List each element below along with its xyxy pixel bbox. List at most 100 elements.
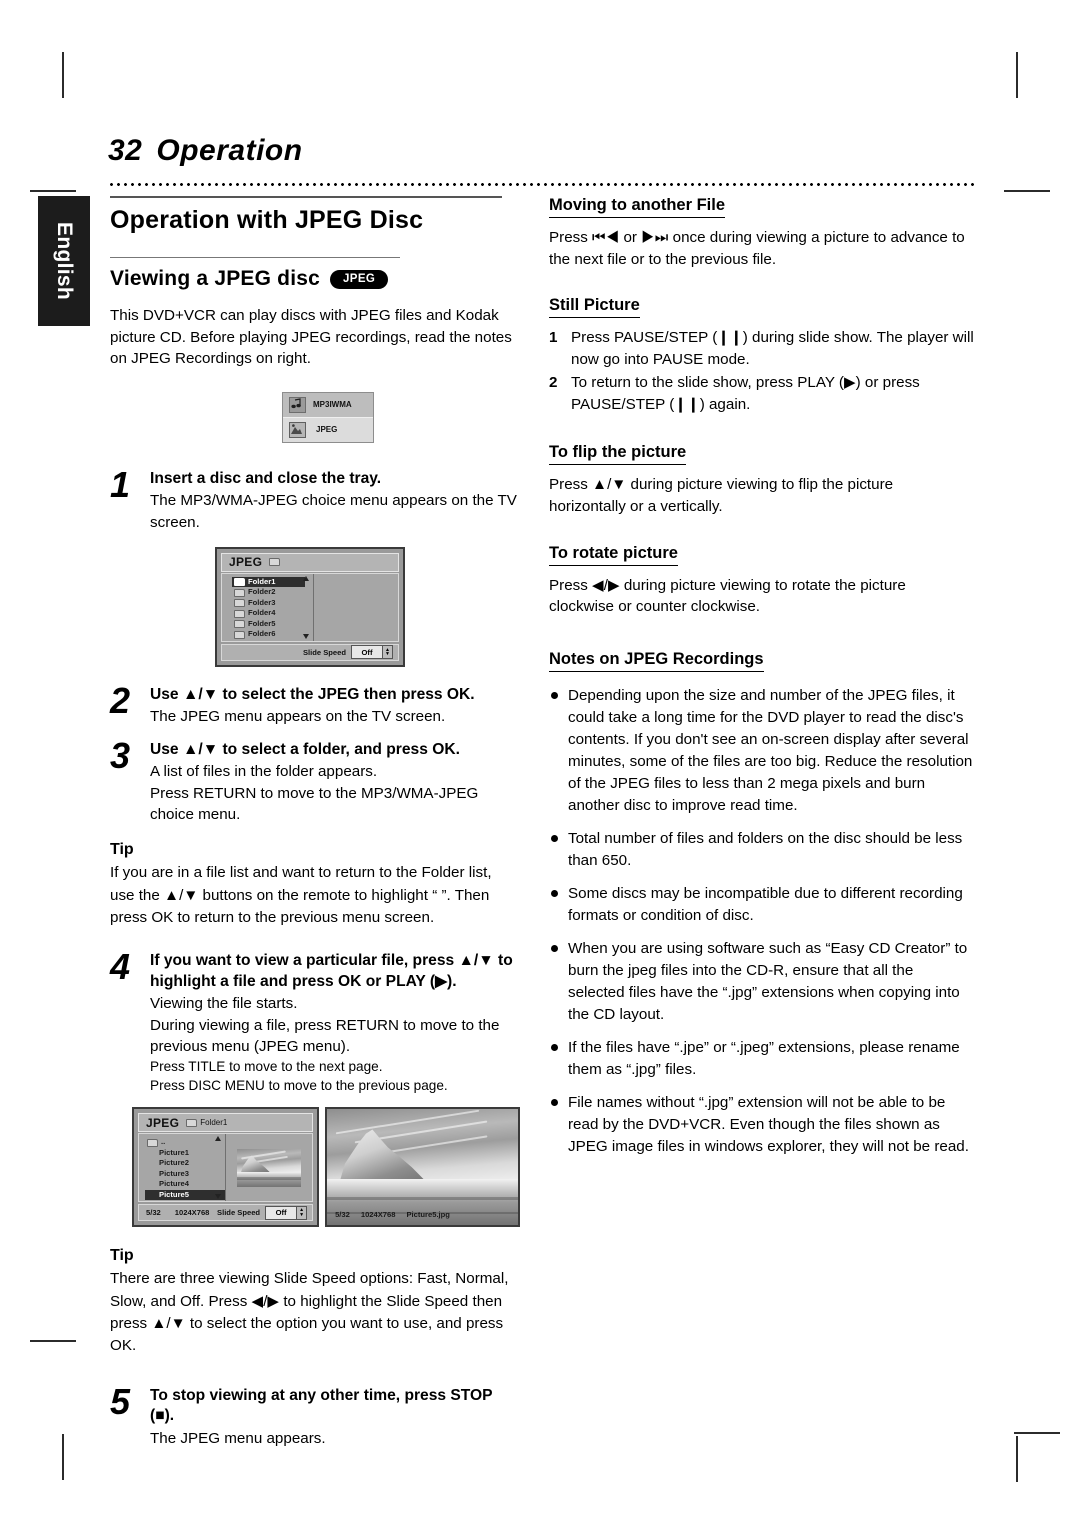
slide-speed-stepper[interactable]: Off ▲ ▼ [265, 1205, 308, 1220]
scroll-down-arrow-icon[interactable] [214, 1194, 221, 1200]
folder-icon [186, 1118, 198, 1127]
osd-folder-body: Folder1 Folder2 Folder3 Folder4 Folder5 … [221, 572, 399, 642]
folder-up-icon [147, 1138, 158, 1147]
item-text: To return to the slide show, press PLAY … [571, 374, 920, 413]
list-item-label: Folder6 [248, 629, 276, 639]
heading-to-rotate-picture: To rotate picture [549, 544, 678, 566]
list-item[interactable]: Folder6 [232, 629, 313, 640]
step-2: 2 Use ▲/▼ to select the JPEG then press … [110, 682, 520, 728]
folder-icon [234, 620, 245, 629]
list-item-label: Folder1 [248, 576, 276, 586]
osd-file-breadcrumb-label: Folder1 [200, 1118, 228, 1128]
note-bullet: If the files have “.jpe” or “.jpeg” exte… [549, 1037, 974, 1081]
scroll-down-arrow-icon[interactable] [302, 633, 309, 639]
list-item[interactable]: Picture2 [145, 1158, 225, 1169]
tip-text: If you are in a file list and want to re… [110, 864, 492, 926]
list-item-label: Picture4 [159, 1179, 189, 1189]
choice-menu-row-mp3: MP3IWMA [283, 392, 373, 418]
intro-paragraph: This DVD+VCR can play discs with JPEG fi… [110, 307, 512, 368]
choice-menu-figure: MP3IWMA JPEG [282, 391, 374, 443]
file-resolution: 1024X768 [174, 1208, 210, 1218]
item-number: 2 [549, 374, 558, 392]
heading-viewing-jpeg-disc-label: Viewing a JPEG disc [110, 267, 320, 290]
stepper-arrows-icon[interactable]: ▲ ▼ [296, 1206, 307, 1219]
page-number: 32 [108, 134, 143, 167]
list-item[interactable]: Folder5 [232, 619, 313, 630]
folder-icon [234, 588, 245, 597]
osd-folder-titlebar: JPEG [221, 552, 399, 572]
step-1: 1 Insert a disc and close the tray. The … [110, 463, 520, 533]
list-item-label: Folder4 [248, 608, 276, 618]
crop-mark-top-right [1016, 52, 1018, 98]
list-item[interactable]: Folder3 [232, 598, 313, 609]
list-item[interactable]: Picture4 [145, 1179, 225, 1190]
list-item[interactable]: Folder2 [232, 587, 313, 598]
step-4-sub: Viewing the file starts. [150, 995, 298, 1013]
osd-file-preview-pane [225, 1134, 313, 1202]
step-3-sub: A list of files in the folder appears. [150, 763, 378, 781]
still-picture-list: 1 Press PAUSE/STEP (❙❙) during slide sho… [549, 327, 974, 415]
slide-speed-stepper[interactable]: Off ▲ ▼ [351, 645, 393, 660]
stepper-arrows-icon[interactable]: ▲ ▼ [382, 646, 392, 659]
language-tab: English [38, 196, 90, 326]
list-item[interactable]: Folder7 [232, 640, 313, 641]
crop-mark-right-bottom [1014, 1432, 1060, 1434]
osd-folder-title: JPEG [229, 555, 263, 570]
section-name: Operation [156, 134, 303, 167]
step-4-small1: Press TITLE to move to the next page. [150, 1059, 383, 1075]
tip-title: Tip [110, 841, 134, 859]
step-5-lead: To stop viewing at any other time, press… [150, 1386, 493, 1425]
dotted-divider [108, 182, 974, 187]
osd-file-figure-group: JPEG Folder1 .. Picture1 Picture2 Pictur… [132, 1107, 520, 1228]
manual-page: 32 Operation English Operation with JPEG … [0, 0, 1080, 1528]
list-item-label: Picture2 [159, 1158, 189, 1168]
preview-thumbnail [236, 1148, 301, 1187]
photo-band [236, 1176, 301, 1180]
osd-file-statusbar: 5/32 1024X768 Slide Speed Off ▲ ▼ [138, 1204, 314, 1222]
rotate-text: Press ◀/▶ during picture viewing to rota… [549, 576, 906, 616]
step-3: 3 Use ▲/▼ to select a folder, and press … [110, 734, 520, 825]
scrollbar[interactable] [302, 575, 310, 639]
folder-icon [234, 630, 245, 639]
heading-still-picture: Still Picture [549, 296, 640, 319]
step-4: 4 If you want to view a particular file,… [110, 946, 520, 1095]
list-item[interactable]: Folder1 [232, 576, 305, 588]
scrollbar[interactable] [214, 1136, 222, 1200]
step-1-number: 1 [110, 463, 131, 505]
note-bullet: When you are using software such as “Eas… [549, 938, 974, 1026]
page-title: 32 Operation [108, 134, 303, 168]
choice-menu-row-jpeg: JPEG [283, 417, 373, 442]
flip-text: Press ▲/▼ during picture viewing to flip… [549, 476, 894, 516]
list-item[interactable]: Picture5 [145, 1189, 225, 1201]
step-4-number: 4 [110, 946, 131, 988]
list-item[interactable]: Picture1 [145, 1148, 225, 1159]
crop-mark-right-top [1004, 190, 1050, 192]
step-3-sub2: Press RETURN to move to the MP3/WMA-JPEG… [150, 784, 479, 823]
step-3-number: 3 [110, 734, 131, 776]
osd-folder-preview-pane [313, 573, 398, 641]
step-4-sub2: During viewing a file, press RETURN to m… [150, 1016, 500, 1055]
step-5-number: 5 [110, 1380, 131, 1422]
item-text: Press PAUSE/STEP (❙❙) during slide show.… [571, 329, 974, 368]
folder-icon [234, 599, 245, 608]
scroll-up-arrow-icon[interactable] [302, 575, 309, 581]
list-item[interactable]: Picture6 [145, 1200, 225, 1201]
picture-resolution: 1024X768 [360, 1210, 396, 1220]
osd-folder-statusbar: Slide Speed Off ▲ ▼ [221, 643, 399, 661]
list-item-parent[interactable]: .. [145, 1137, 225, 1148]
still-picture-item: 2 To return to the slide show, press PLA… [549, 372, 974, 415]
tip-slide-speed: Tip There are three viewing Slide Speed … [110, 1247, 520, 1357]
osd-file-meta: 5/32 1024X768 [146, 1208, 209, 1217]
choice-menu-jpeg-label: JPEG [316, 425, 338, 435]
list-item[interactable]: Folder4 [232, 608, 313, 619]
step-5: 5 To stop viewing at any other time, pre… [110, 1380, 520, 1449]
crop-mark-left-bottom [30, 1340, 76, 1342]
scroll-up-arrow-icon[interactable] [214, 1136, 221, 1142]
heading-to-flip-the-picture: To flip the picture [549, 443, 687, 466]
note-bullet: Some discs may be incompatible due to di… [549, 883, 974, 927]
jpeg-badge: JPEG [330, 269, 389, 289]
note-bullet: File names without “.jpg” extension will… [549, 1092, 974, 1158]
list-item[interactable]: Picture3 [145, 1169, 225, 1180]
crop-mark-bottom-left [62, 1434, 64, 1480]
osd-file-breadcrumb: Folder1 [186, 1118, 227, 1127]
